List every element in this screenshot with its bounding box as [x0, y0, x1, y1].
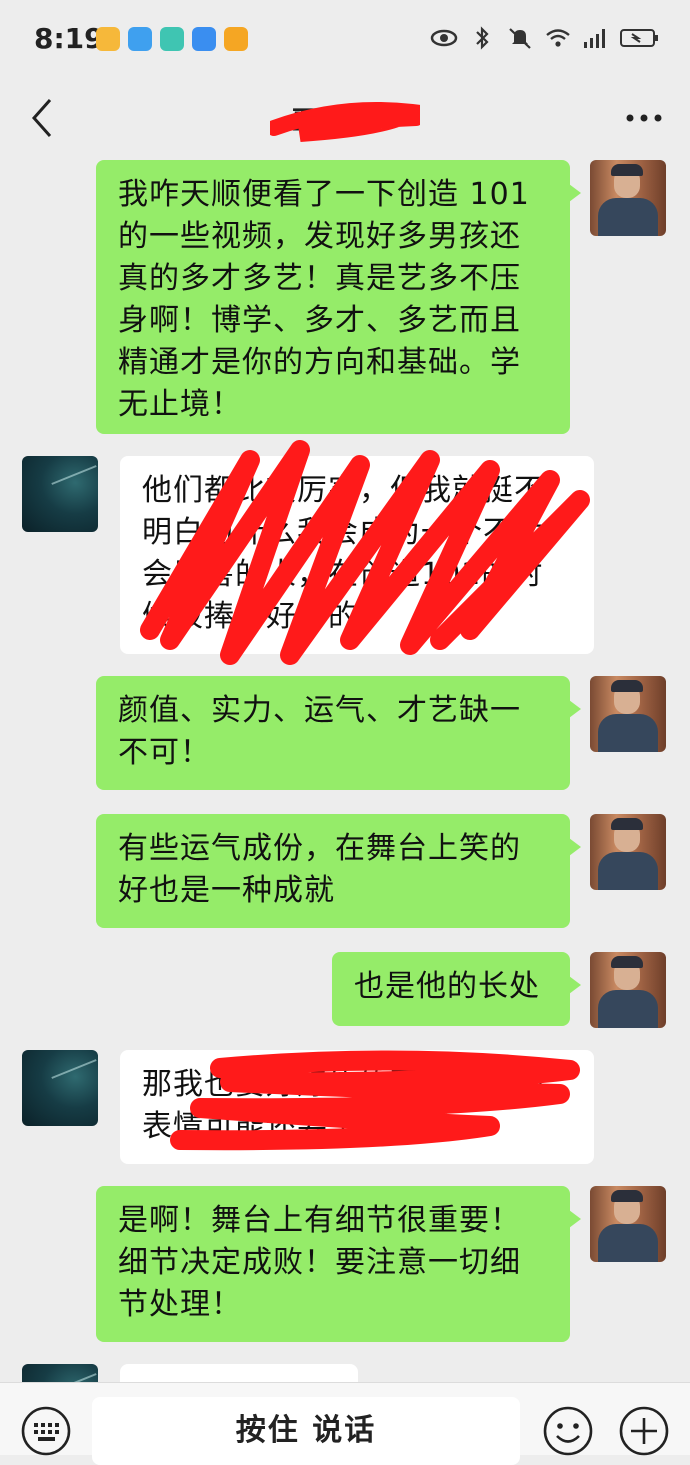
message-bubble-sent[interactable]: 是啊！舞台上有细节很重要！细节决定成败！要注意一切细节处理！	[96, 1186, 581, 1342]
message-bubble-sent[interactable]: 颜值、实力、运气、才艺缺一不可！	[96, 676, 581, 790]
status-app-icons	[96, 27, 248, 51]
app-teal-icon	[160, 27, 184, 51]
message-bubble-received[interactable]	[120, 1364, 358, 1382]
message-text: 有些运气成份，在舞台上笑的好也是一种成就	[118, 831, 521, 908]
message-bubble-received[interactable]: 他们都比较厉害，但我就挺不明白为什么我会成为一个不太会厉害的人，在创造101的时…	[120, 456, 594, 654]
wifi-icon	[546, 29, 570, 47]
chat-header: 覃	[0, 78, 690, 160]
back-chevron-icon[interactable]	[22, 94, 62, 142]
message-bubble-sent[interactable]: 有些运气成份，在舞台上笑的好也是一种成就	[96, 814, 581, 928]
signal-icon	[584, 29, 605, 48]
message-bubble-sent[interactable]: 也是他的长处	[332, 952, 581, 1026]
keyboard-icon[interactable]	[20, 1405, 72, 1457]
title-redaction-scribble	[270, 102, 420, 142]
plus-icon[interactable]	[618, 1405, 670, 1457]
message-bubble-received[interactable]: 那我也要好好练练面部，我的表情可能还要丰富一些	[120, 1050, 594, 1164]
cloud-icon	[192, 27, 216, 51]
avatar-contact[interactable]	[22, 1050, 98, 1126]
chat-area[interactable]: 我咋天顺便看了一下创造 101 的一些视频，发现好多男孩还真的多才多艺！真是艺多…	[0, 160, 690, 1382]
hold-to-talk-label: 按住 说话	[235, 1413, 377, 1448]
message-text: 我咋天顺便看了一下创造 101 的一些视频，发现好多男孩还真的多才多艺！真是艺多…	[118, 177, 530, 422]
avatar-self[interactable]	[590, 676, 666, 752]
status-bar: 8:19	[0, 0, 690, 78]
message-text: 他们都比较厉害，但我就挺不明白为什么我会成为一个不太会厉害的人，在创造101的时…	[142, 473, 545, 634]
avatar-contact[interactable]	[22, 1364, 98, 1382]
status-time: 8:19	[34, 22, 104, 55]
bluetooth-icon	[476, 26, 489, 50]
avatar-self[interactable]	[590, 814, 666, 890]
avatar-self[interactable]	[590, 160, 666, 236]
message-bubble-sent[interactable]: 我咋天顺便看了一下创造 101 的一些视频，发现好多男孩还真的多才多艺！真是艺多…	[96, 160, 581, 434]
weibo-icon	[96, 27, 120, 51]
avatar-contact[interactable]	[22, 456, 98, 532]
hold-to-talk-button[interactable]: 按住 说话	[92, 1397, 520, 1465]
message-text: 那我也要好好练练面部，我的表情可能还要丰富一些	[142, 1067, 545, 1144]
chat-title: 覃	[270, 96, 420, 142]
emoji-icon[interactable]	[542, 1405, 594, 1457]
status-right-icons	[430, 26, 660, 50]
avatar-self[interactable]	[590, 952, 666, 1028]
message-text: 颜值、实力、运气、才艺缺一不可！	[118, 693, 521, 770]
message-text: 也是他的长处	[354, 969, 540, 1004]
avatar-self[interactable]	[590, 1186, 666, 1262]
message-text: 是啊！舞台上有细节很重要！细节决定成败！要注意一切细节处理！	[118, 1203, 521, 1322]
input-bar: 按住 说话	[0, 1382, 690, 1465]
eye-icon	[430, 29, 458, 47]
battery-icon	[620, 29, 658, 47]
app-orange-icon	[224, 27, 248, 51]
more-icon[interactable]	[622, 98, 666, 138]
app-blue-icon	[128, 27, 152, 51]
mute-icon	[509, 28, 531, 49]
